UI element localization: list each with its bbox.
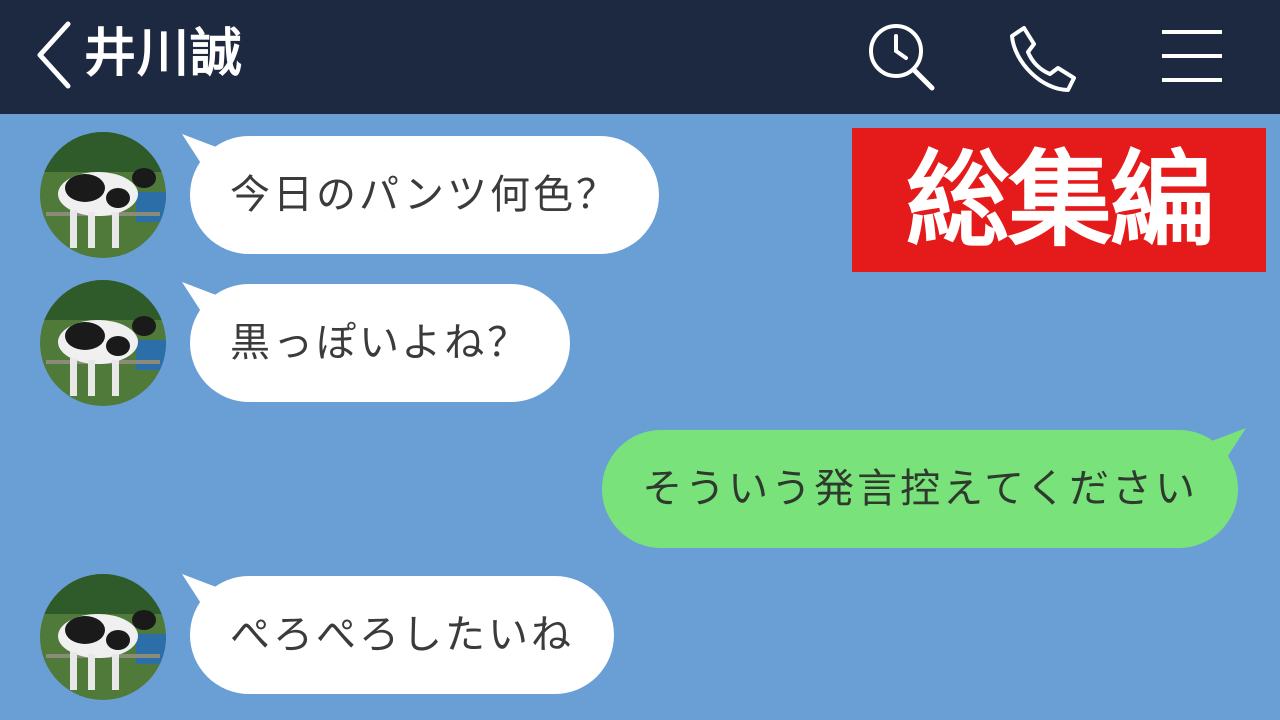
- message-bubble-incoming[interactable]: 黒っぽいよね？: [190, 284, 571, 402]
- contact-avatar[interactable]: [40, 280, 166, 406]
- search-clock-icon: [869, 24, 935, 91]
- message-bubble-outgoing[interactable]: そういう発言控えてください: [602, 430, 1238, 548]
- back-button[interactable]: [30, 16, 80, 94]
- cow-avatar-image: [40, 574, 166, 700]
- cow-avatar-image: [40, 280, 166, 406]
- message-bubble-incoming[interactable]: 今日のパンツ何色？: [190, 136, 659, 254]
- search-button[interactable]: [862, 18, 942, 98]
- chat-header: 井川誠: [0, 0, 1280, 114]
- back-chevron-icon: [37, 21, 71, 89]
- menu-icon: [1162, 30, 1222, 82]
- cow-avatar-image: [40, 132, 166, 258]
- phone-icon: [1010, 26, 1076, 92]
- contact-avatar[interactable]: [40, 574, 166, 700]
- call-button[interactable]: [1002, 18, 1082, 98]
- message-bubble-incoming[interactable]: ぺろぺろしたいね: [190, 576, 614, 694]
- contact-avatar[interactable]: [40, 132, 166, 258]
- menu-button[interactable]: [1152, 18, 1232, 98]
- contact-name: 井川誠: [84, 24, 244, 84]
- compilation-banner: 総集編: [852, 128, 1266, 272]
